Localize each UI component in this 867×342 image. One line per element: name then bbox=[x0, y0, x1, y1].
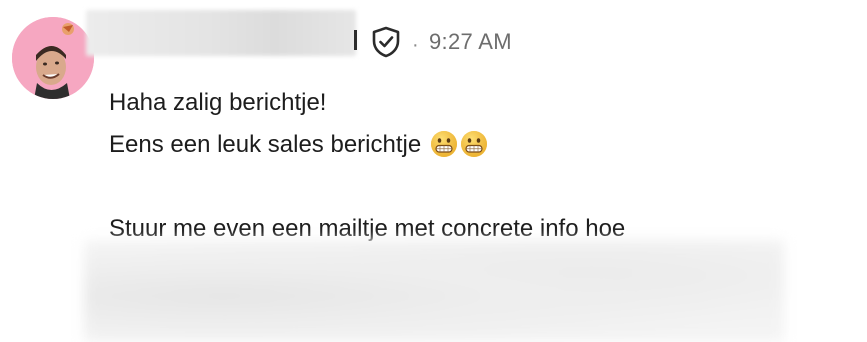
grinning-face-emoji bbox=[430, 130, 458, 158]
author-name-tail bbox=[354, 30, 357, 50]
redacted-content bbox=[84, 240, 784, 342]
avatar-image bbox=[12, 17, 94, 99]
shield-check-icon[interactable] bbox=[371, 26, 401, 58]
grinning-face-emoji bbox=[460, 130, 488, 158]
header-separator: · bbox=[412, 34, 419, 56]
message-line-with-emoji: Eens een leuk sales berichtje bbox=[109, 124, 809, 166]
message-timestamp[interactable]: 9:27 AM bbox=[429, 29, 512, 55]
avatar[interactable] bbox=[12, 17, 94, 99]
chat-message: · 9:27 AM Haha zalig berichtje! Eens een… bbox=[0, 0, 867, 342]
message-header: · 9:27 AM bbox=[86, 10, 786, 60]
message-line-text: Eens een leuk sales berichtje bbox=[109, 131, 422, 158]
message-body: Haha zalig berichtje! Eens een leuk sale… bbox=[109, 82, 809, 250]
author-name-redacted[interactable] bbox=[86, 10, 356, 56]
message-line: Haha zalig berichtje! bbox=[109, 89, 327, 116]
